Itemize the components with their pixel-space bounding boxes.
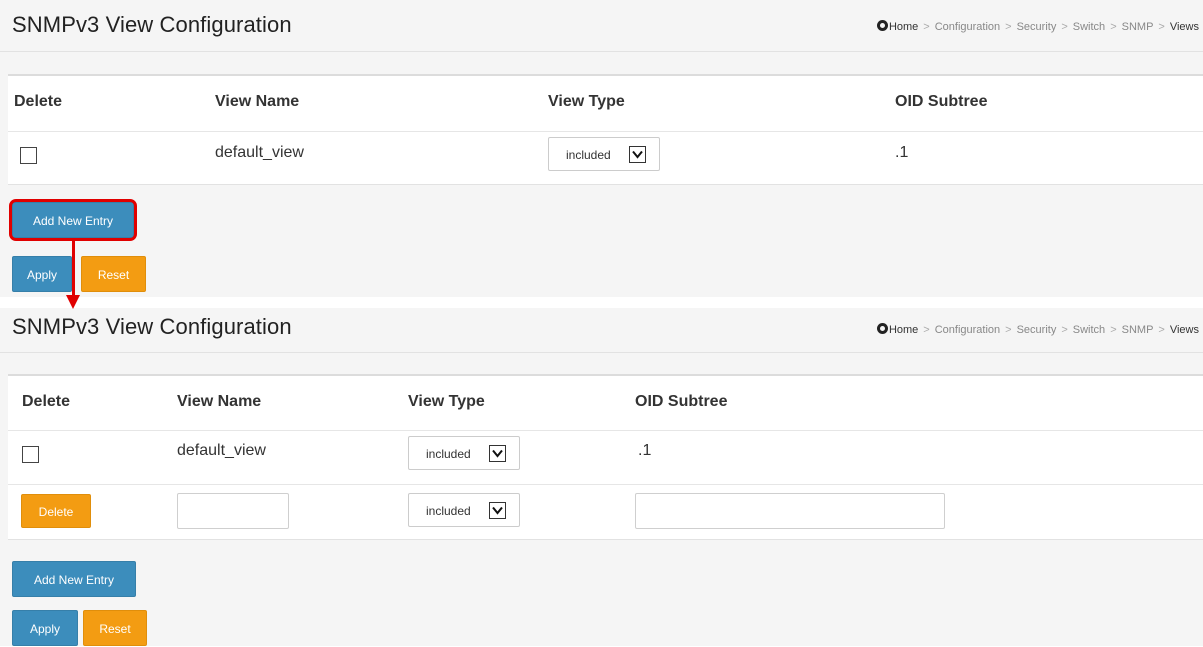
- breadcrumb-item-security[interactable]: Security: [1017, 324, 1057, 336]
- after-panel: SNMPv3 View Configuration Home > Configura…: [0, 308, 1203, 646]
- view-type-select[interactable]: included: [408, 436, 520, 470]
- breadcrumb-item-snmp[interactable]: SNMP: [1122, 21, 1154, 33]
- view-name-cell: default_view: [177, 442, 266, 459]
- column-header-oid-subtree: OID Subtree: [635, 393, 728, 410]
- header-row-divider: [8, 131, 1203, 132]
- breadcrumb-separator: >: [1061, 21, 1068, 33]
- home-icon: [876, 20, 888, 31]
- column-header-oid-subtree: OID Subtree: [895, 93, 988, 110]
- annotation-arrow-line: [72, 241, 75, 299]
- title-divider: [0, 352, 1203, 353]
- page-title: SNMPv3 View Configuration: [12, 314, 292, 339]
- breadcrumb-current: Views: [1169, 324, 1199, 336]
- view-type-value: included: [566, 148, 611, 162]
- breadcrumb-item-configuration[interactable]: Configuration: [935, 21, 1000, 33]
- breadcrumb-item-switch[interactable]: Switch: [1073, 21, 1105, 33]
- apply-button[interactable]: Apply: [12, 256, 72, 292]
- view-type-value: included: [426, 504, 471, 518]
- reset-button[interactable]: Reset: [81, 256, 146, 292]
- breadcrumb-current: Views: [1169, 21, 1199, 33]
- breadcrumb-home[interactable]: Home: [889, 324, 918, 336]
- chevron-down-icon: [489, 502, 506, 519]
- breadcrumb-separator: >: [1005, 324, 1012, 336]
- breadcrumb-item-configuration[interactable]: Configuration: [935, 324, 1000, 336]
- oid-subtree-cell: .1: [895, 144, 909, 161]
- delete-new-entry-button[interactable]: Delete: [21, 494, 91, 528]
- view-type-select[interactable]: included: [548, 137, 660, 171]
- chevron-down-icon: [489, 445, 506, 462]
- breadcrumb-separator: >: [1158, 21, 1165, 33]
- reset-button[interactable]: Reset: [83, 610, 147, 646]
- chevron-down-icon: [629, 146, 646, 163]
- home-icon: [876, 323, 888, 334]
- header-row-divider: [8, 430, 1203, 431]
- view-type-value: included: [426, 447, 471, 461]
- breadcrumb-separator: >: [1110, 324, 1117, 336]
- column-header-delete: Delete: [14, 93, 63, 110]
- column-header-view-type: View Type: [548, 93, 625, 110]
- column-header-view-name: View Name: [215, 93, 300, 110]
- breadcrumb-separator: >: [923, 324, 930, 336]
- breadcrumb: Home > Configuration > Security > Switch > SNMP >…: [876, 20, 1199, 33]
- delete-checkbox[interactable]: [20, 147, 37, 164]
- breadcrumb-item-security[interactable]: Security: [1017, 21, 1057, 33]
- breadcrumb-separator: >: [1110, 21, 1117, 33]
- breadcrumb-separator: >: [1158, 324, 1165, 336]
- breadcrumb-separator: >: [1061, 324, 1068, 336]
- new-view-type-select[interactable]: included: [408, 493, 520, 527]
- views-table: Delete View Name View Type OID Subtree d…: [8, 74, 1203, 185]
- annotation-highlight-box: [9, 199, 137, 241]
- column-header-view-name: View Name: [177, 393, 262, 410]
- delete-checkbox[interactable]: [22, 446, 39, 463]
- views-table: Delete View Name View Type OID Subtree d…: [8, 374, 1203, 540]
- page-title: SNMPv3 View Configuration: [12, 12, 292, 37]
- oid-subtree-cell: .1: [638, 442, 652, 459]
- add-new-entry-button[interactable]: Add New Entry: [12, 561, 136, 597]
- annotation-arrow-head: [66, 295, 80, 309]
- view-name-cell: default_view: [215, 144, 304, 161]
- oid-subtree-input[interactable]: [635, 493, 945, 529]
- before-panel: SNMPv3 View Configuration Home > Configura…: [0, 0, 1203, 297]
- title-divider: [0, 51, 1203, 52]
- breadcrumb: Home > Configuration > Security > Switch > SNMP >…: [876, 323, 1199, 336]
- breadcrumb-separator: >: [923, 21, 930, 33]
- breadcrumb-separator: >: [1005, 21, 1012, 33]
- breadcrumb-home[interactable]: Home: [889, 21, 918, 33]
- row-divider: [8, 484, 1203, 485]
- column-header-view-type: View Type: [408, 393, 485, 410]
- breadcrumb-item-snmp[interactable]: SNMP: [1122, 324, 1154, 336]
- view-name-input[interactable]: [177, 493, 289, 529]
- apply-button[interactable]: Apply: [12, 610, 78, 646]
- column-header-delete: Delete: [22, 393, 71, 410]
- breadcrumb-item-switch[interactable]: Switch: [1073, 324, 1105, 336]
